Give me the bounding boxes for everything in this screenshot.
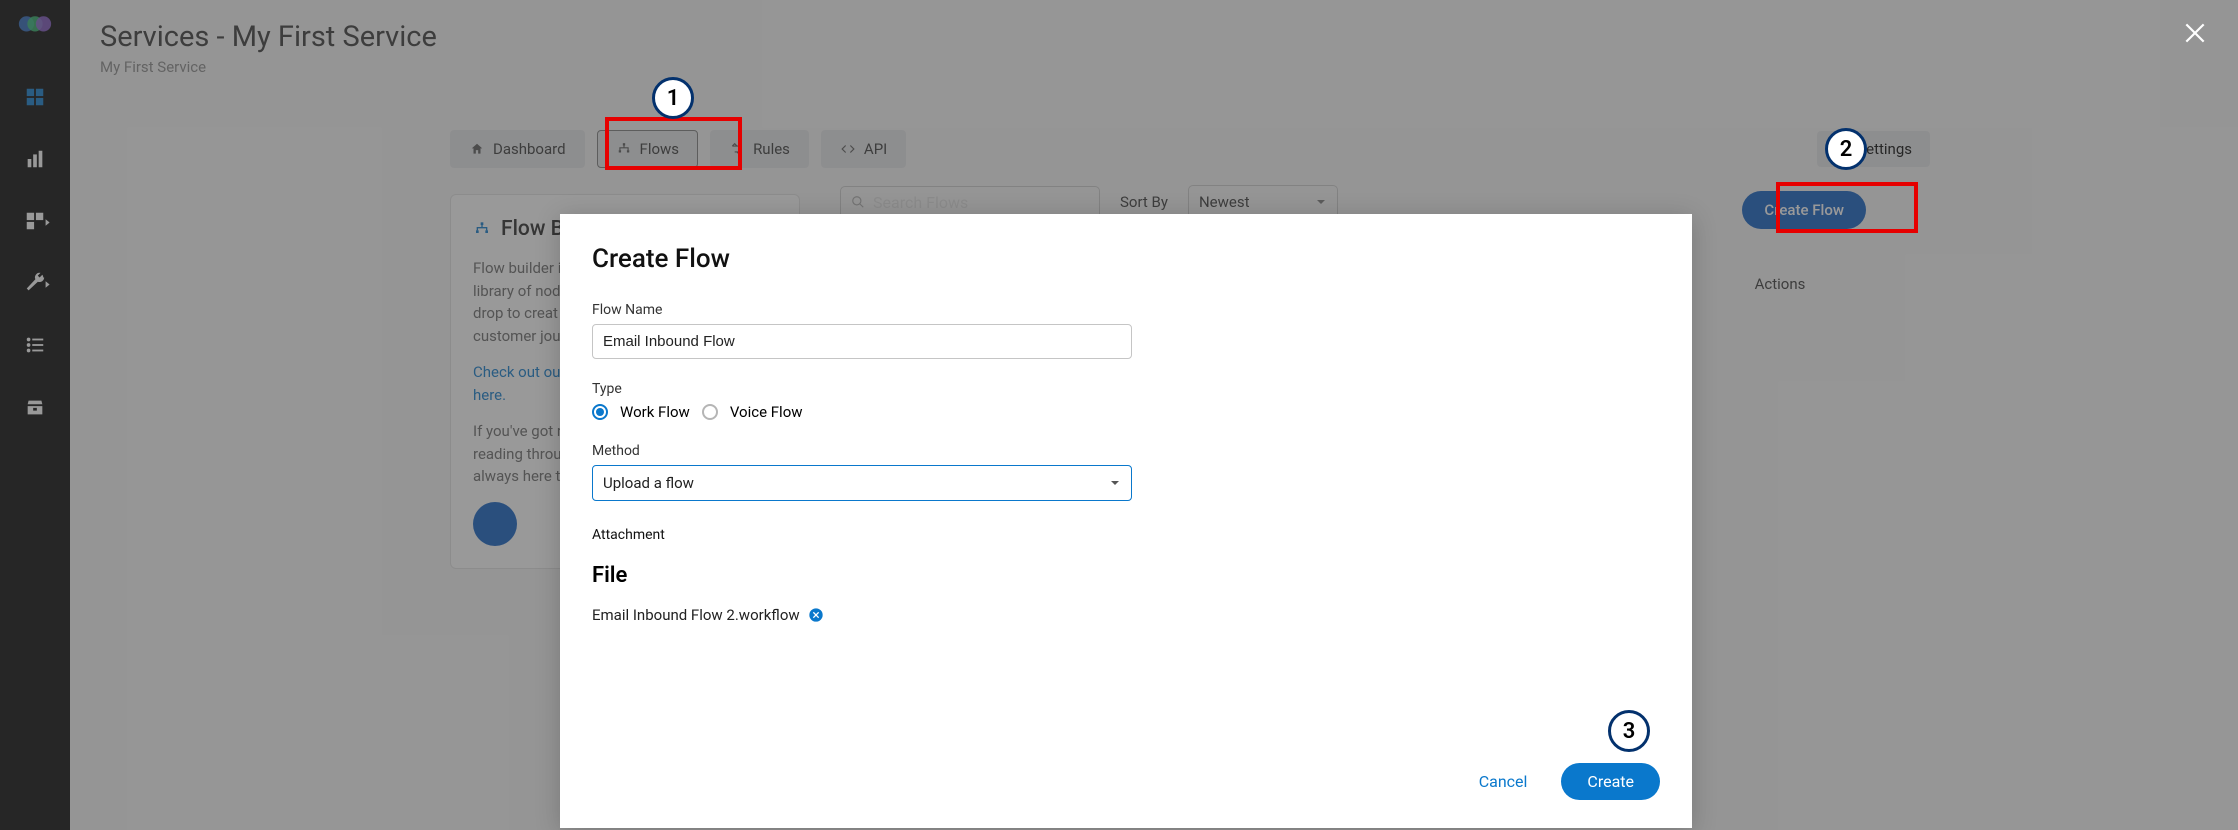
attached-file-row: Email Inbound Flow 2.workflow <box>592 606 1660 624</box>
chevron-down-icon <box>1109 477 1121 489</box>
flow-name-label: Flow Name <box>592 302 1660 318</box>
remove-file-icon[interactable] <box>808 607 824 623</box>
cancel-button[interactable]: Cancel <box>1479 772 1528 791</box>
close-icon[interactable] <box>2182 20 2208 50</box>
create-button[interactable]: Create <box>1561 763 1660 800</box>
radio-voice-flow-label: Voice Flow <box>730 403 803 421</box>
radio-work-flow[interactable] <box>592 404 608 420</box>
marker-3: 3 <box>1608 710 1650 752</box>
method-label: Method <box>592 443 1660 459</box>
radio-work-flow-label: Work Flow <box>620 403 690 421</box>
method-value: Upload a flow <box>603 474 694 492</box>
radio-voice-flow[interactable] <box>702 404 718 420</box>
method-select[interactable]: Upload a flow <box>592 465 1132 501</box>
modal-title: Create Flow <box>592 244 1660 274</box>
file-name: Email Inbound Flow 2.workflow <box>592 606 800 624</box>
marker-1: 1 <box>652 77 694 119</box>
create-flow-modal: Create Flow Flow Name Type Work Flow Voi… <box>560 214 1692 828</box>
flow-name-input[interactable] <box>592 324 1132 359</box>
attachment-label: Attachment <box>592 527 1660 543</box>
type-label: Type <box>592 381 1660 397</box>
marker-2: 2 <box>1825 128 1867 170</box>
file-heading: File <box>592 563 1660 588</box>
